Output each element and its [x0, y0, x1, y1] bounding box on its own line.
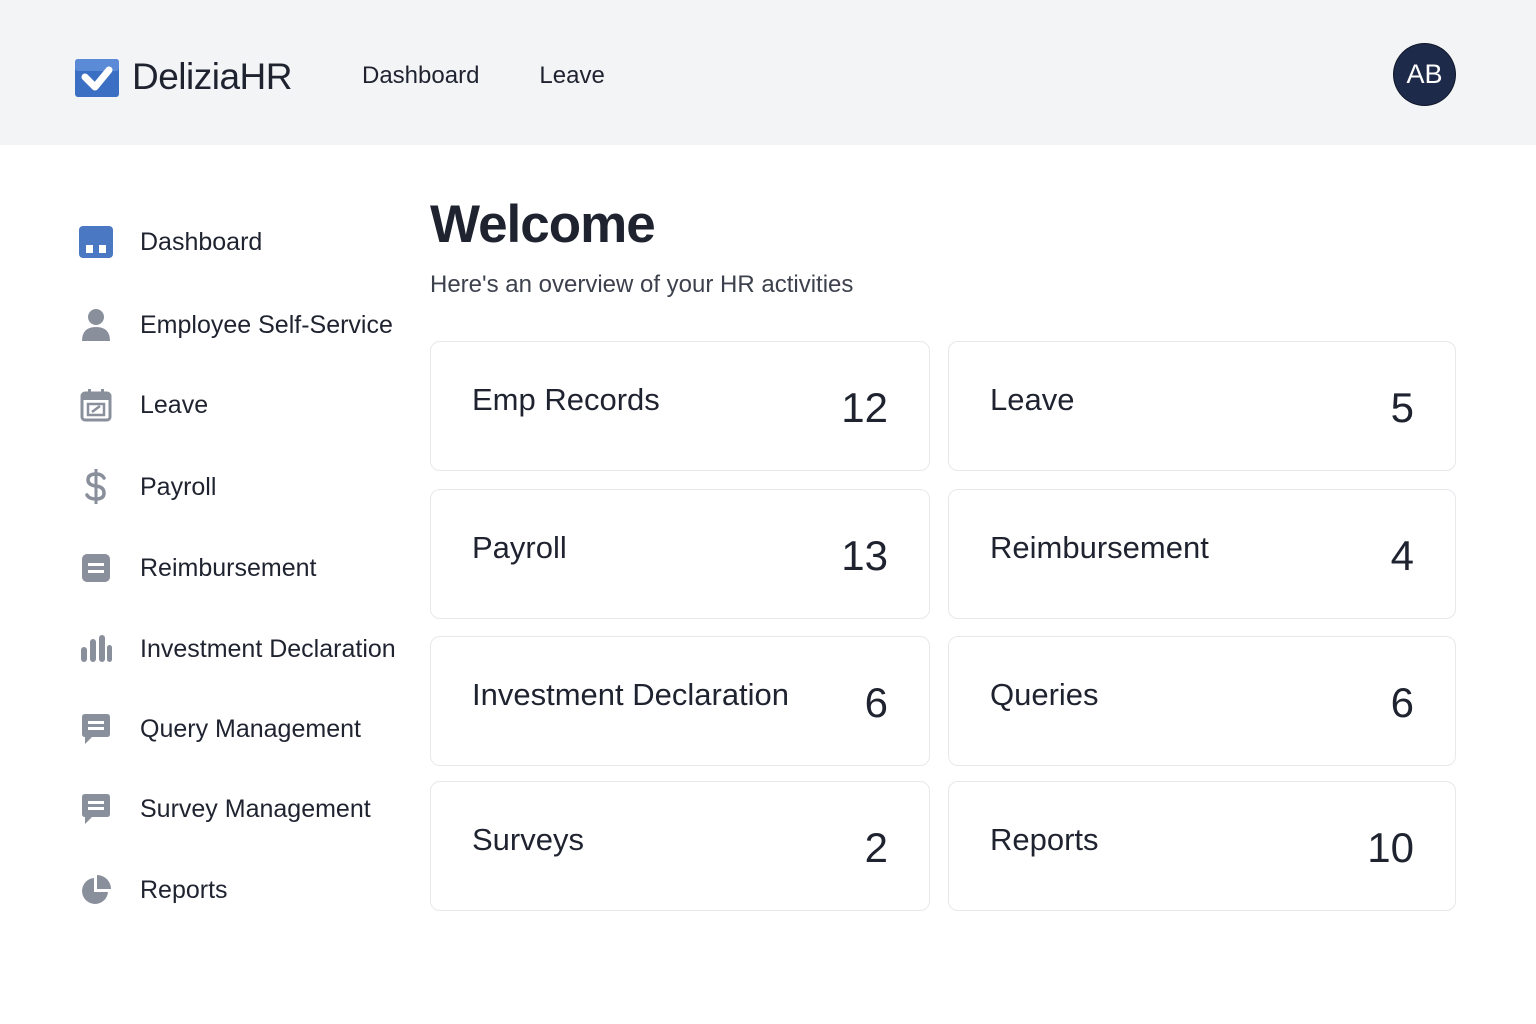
sidebar-item-label: Survey Management	[140, 794, 371, 823]
stat-card-investment-declaration[interactable]: Investment Declaration 6	[430, 636, 930, 766]
sidebar-item-label: Employee Self-Service	[140, 310, 393, 339]
sidebar-item-payroll[interactable]: Payroll	[76, 467, 216, 507]
stat-card-leave[interactable]: Leave 5	[948, 341, 1456, 471]
stat-card-label: Queries	[990, 677, 1099, 712]
stat-card-reimbursement[interactable]: Reimbursement 4	[948, 489, 1456, 619]
stat-card-value: 5	[1390, 384, 1414, 431]
stat-card-emp-records[interactable]: Emp Records 12	[430, 341, 930, 471]
stat-card-value: 13	[841, 532, 888, 579]
chat-icon	[76, 789, 116, 829]
stat-card-value: 6	[1390, 679, 1414, 726]
stat-card-label: Reimbursement	[990, 530, 1209, 565]
sidebar-item-query-management[interactable]: Query Management	[76, 709, 361, 749]
dollar-icon	[76, 467, 116, 507]
stat-card-reports[interactable]: Reports 10	[948, 781, 1456, 911]
stat-card-label: Payroll	[472, 530, 567, 565]
sidebar-item-survey-management[interactable]: Survey Management	[76, 789, 371, 829]
check-badge-icon	[75, 59, 119, 97]
top-bar: DeliziaHR Dashboard Leave AB	[0, 0, 1536, 145]
topnav-dashboard[interactable]: Dashboard	[362, 62, 479, 90]
brand-name: DeliziaHR	[132, 56, 292, 97]
stat-card-label: Reports	[990, 822, 1099, 857]
person-icon	[76, 305, 116, 345]
user-avatar[interactable]: AB	[1394, 44, 1455, 105]
calendar-icon	[76, 385, 116, 425]
stat-card-value: 4	[1390, 532, 1414, 579]
stat-card-label: Surveys	[472, 822, 584, 857]
brand-logo-link[interactable]: DeliziaHR	[75, 56, 292, 98]
stat-card-value: 2	[864, 824, 888, 871]
stat-card-surveys[interactable]: Surveys 2	[430, 781, 930, 911]
sidebar-item-label: Investment Declaration	[140, 634, 396, 663]
bar-chart-icon	[76, 629, 116, 669]
stat-card-queries[interactable]: Queries 6	[948, 636, 1456, 766]
pie-chart-icon	[76, 870, 116, 910]
sidebar-item-label: Leave	[140, 390, 209, 419]
sidebar-item-employee-self-service[interactable]: Employee Self-Service	[76, 305, 393, 345]
chat-icon	[76, 709, 116, 749]
stat-card-value: 12	[841, 384, 888, 431]
stat-card-label: Leave	[990, 382, 1075, 417]
page-title: Welcome	[430, 195, 656, 254]
sidebar-item-label: Dashboard	[140, 227, 263, 256]
sidebar-item-reports[interactable]: Reports	[76, 870, 228, 910]
sidebar-item-leave[interactable]: Leave	[76, 385, 208, 425]
sidebar-item-reimbursement[interactable]: Reimbursement	[76, 548, 316, 588]
stat-card-value: 6	[864, 679, 888, 726]
stat-card-value: 10	[1367, 824, 1414, 871]
sidebar-item-label: Payroll	[140, 472, 217, 501]
document-icon	[76, 548, 116, 588]
sidebar-item-label: Reports	[140, 875, 228, 904]
stat-card-label: Investment Declaration	[472, 677, 790, 712]
sidebar-item-label: Reimbursement	[140, 553, 317, 582]
stat-card-label: Emp Records	[472, 382, 660, 417]
sidebar-item-label: Query Management	[140, 714, 361, 743]
dashboard-icon	[76, 222, 116, 262]
top-nav: Dashboard Leave	[362, 62, 605, 90]
sidebar-item-dashboard[interactable]: Dashboard	[76, 222, 262, 262]
topnav-leave[interactable]: Leave	[539, 62, 604, 90]
stat-card-payroll[interactable]: Payroll 13	[430, 489, 930, 619]
page-subtitle: Here's an overview of your HR activities	[430, 271, 854, 298]
sidebar-item-investment-declaration[interactable]: Investment Declaration	[76, 629, 396, 669]
